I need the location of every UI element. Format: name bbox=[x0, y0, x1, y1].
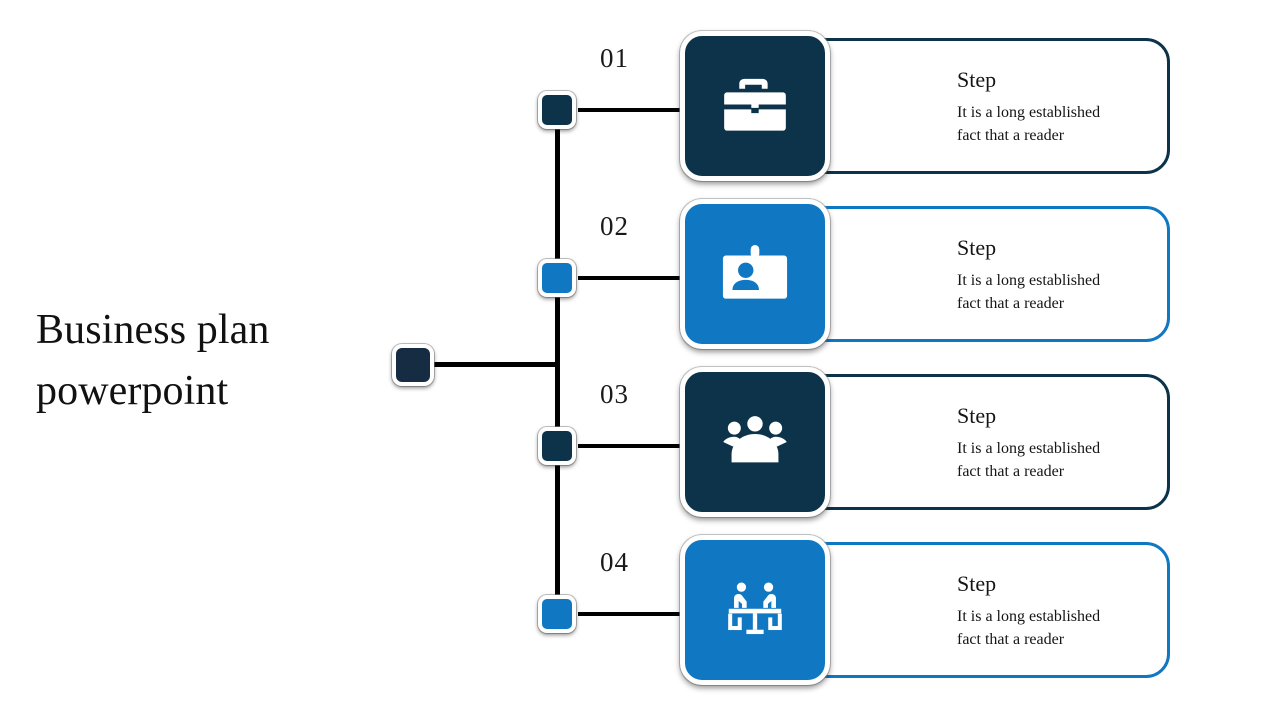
step-description-line-1: It is a long established bbox=[957, 272, 1101, 290]
step-row-3: 03 Step It is a long established fact th… bbox=[600, 367, 1170, 517]
step-number-2: 02 bbox=[600, 211, 629, 241]
step-row-4: 04 Step It is a long established fact th… bbox=[600, 535, 1170, 685]
branch-line-3 bbox=[578, 444, 696, 448]
branch-line-2 bbox=[578, 276, 696, 280]
group-people-icon bbox=[718, 405, 792, 479]
branch-line-4 bbox=[578, 612, 696, 616]
root-node-square[interactable] bbox=[392, 344, 434, 386]
step-number-4: 04 bbox=[600, 547, 629, 577]
step-description-line-1: It is a long established bbox=[957, 440, 1101, 458]
step-description-line-2: fact that a reader bbox=[957, 463, 1065, 481]
step-description-line-2: fact that a reader bbox=[957, 631, 1065, 649]
step-description-4: It is a long established fact that a rea… bbox=[957, 606, 1227, 651]
step-card-text-1: Step It is a long established fact that … bbox=[957, 67, 1227, 148]
branch-node-square-4[interactable] bbox=[538, 595, 576, 633]
vertical-trunk-line bbox=[555, 110, 560, 612]
step-card-text-3: Step It is a long established fact that … bbox=[957, 403, 1227, 484]
step-title-2: Step bbox=[957, 235, 997, 260]
slide-canvas: Business plan powerpoint 01 Step It is a… bbox=[0, 0, 1280, 720]
id-badge-icon bbox=[718, 237, 792, 311]
step-title-4: Step bbox=[957, 571, 997, 596]
briefcase-icon bbox=[718, 69, 792, 143]
page-title-line-2: powerpoint bbox=[36, 368, 229, 415]
branch-node-square-1[interactable] bbox=[538, 91, 576, 129]
step-description-line-2: fact that a reader bbox=[957, 295, 1065, 313]
id-badge-icon-tile[interactable] bbox=[680, 199, 830, 349]
meeting-table-icon-tile[interactable] bbox=[680, 535, 830, 685]
step-description-2: It is a long established fact that a rea… bbox=[957, 270, 1227, 315]
step-description-line-1: It is a long established bbox=[957, 104, 1101, 122]
step-number-1: 01 bbox=[600, 43, 629, 73]
step-title-3: Step bbox=[957, 403, 997, 428]
step-row-2: 02 Step It is a long established fact th… bbox=[600, 199, 1170, 349]
branch-node-square-3[interactable] bbox=[538, 427, 576, 465]
step-description-line-1: It is a long established bbox=[957, 608, 1101, 626]
step-description-3: It is a long established fact that a rea… bbox=[957, 438, 1227, 483]
page-title: Business plan powerpoint bbox=[36, 300, 366, 423]
root-horizontal-line bbox=[432, 362, 558, 367]
meeting-table-icon bbox=[718, 573, 792, 647]
step-row-1: 01 Step It is a long established fact th… bbox=[600, 31, 1170, 181]
step-description-1: It is a long established fact that a rea… bbox=[957, 102, 1227, 147]
branch-line-1 bbox=[578, 108, 696, 112]
branch-node-square-2[interactable] bbox=[538, 259, 576, 297]
page-title-line-1: Business plan bbox=[36, 307, 270, 353]
step-card-text-4: Step It is a long established fact that … bbox=[957, 571, 1227, 652]
step-number-3: 03 bbox=[600, 379, 629, 409]
briefcase-icon-tile[interactable] bbox=[680, 31, 830, 181]
step-card-text-2: Step It is a long established fact that … bbox=[957, 235, 1227, 316]
step-description-line-2: fact that a reader bbox=[957, 127, 1065, 145]
step-title-1: Step bbox=[957, 67, 997, 92]
group-people-icon-tile[interactable] bbox=[680, 367, 830, 517]
